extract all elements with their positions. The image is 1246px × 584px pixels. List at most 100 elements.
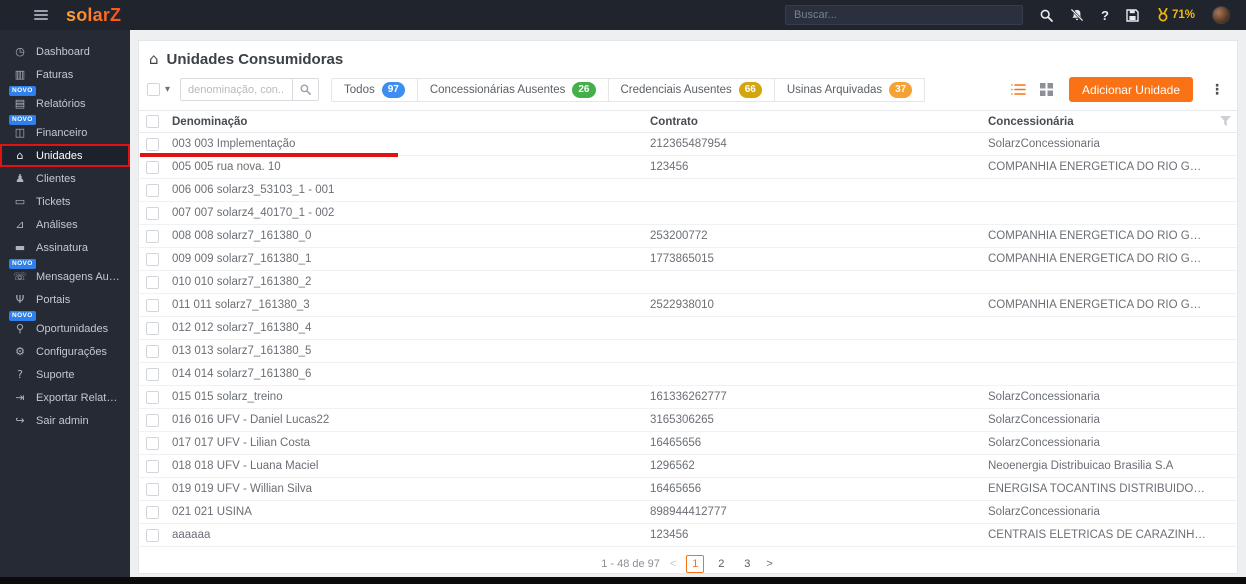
sidebar-item[interactable]: NOVO ▤ Relatórios bbox=[0, 86, 130, 115]
header-checkbox[interactable] bbox=[146, 115, 159, 128]
sidebar-item-label: Financeiro bbox=[36, 126, 88, 139]
table-row[interactable]: 006 006 solarz3_53103_1 - 001 bbox=[139, 179, 1237, 202]
table-row[interactable]: 013 013 solarz7_161380_5 bbox=[139, 340, 1237, 363]
cell-contrato: 3165306265 bbox=[650, 414, 714, 426]
menu-icon[interactable] bbox=[34, 10, 48, 20]
table-row[interactable]: 017 017 UFV - Lilian Costa 16465656 Sola… bbox=[139, 432, 1237, 455]
filter-tab[interactable]: Todos 97 bbox=[331, 77, 418, 102]
page-button[interactable]: 2 bbox=[712, 555, 730, 573]
sidebar-item-label: Análises bbox=[36, 218, 78, 231]
cell-denominacao: 016 016 UFV - Daniel Lucas22 bbox=[172, 414, 330, 426]
row-checkbox[interactable] bbox=[146, 206, 159, 220]
gamification-level[interactable]: 71% bbox=[1157, 8, 1195, 22]
cell-contrato: 1296562 bbox=[650, 460, 695, 472]
filter-funnel-icon[interactable] bbox=[1220, 113, 1231, 131]
table-row[interactable]: 018 018 UFV - Luana Maciel 1296562 Neoen… bbox=[139, 455, 1237, 478]
sidebar-item[interactable]: ◷ Dashboard bbox=[0, 40, 130, 63]
sidebar-item[interactable]: ⚙ Configurações bbox=[0, 340, 130, 363]
cell-denominacao: aaaaaa bbox=[172, 529, 211, 541]
filter-tab[interactable]: Concessionárias Ausentes 26 bbox=[416, 77, 609, 102]
row-checkbox[interactable] bbox=[146, 275, 159, 289]
row-checkbox[interactable] bbox=[146, 459, 159, 473]
row-checkbox[interactable] bbox=[146, 137, 159, 151]
filter-tab[interactable]: Credenciais Ausentes 66 bbox=[607, 77, 775, 102]
notifications-muted-icon[interactable] bbox=[1070, 8, 1084, 22]
row-checkbox[interactable] bbox=[146, 252, 159, 266]
select-all-checkbox[interactable] bbox=[147, 83, 160, 96]
sidebar-item[interactable]: Ψ Portais bbox=[0, 288, 130, 311]
novo-badge: NOVO bbox=[9, 115, 36, 125]
sidebar-item[interactable]: ▥ Faturas bbox=[0, 63, 130, 86]
column-header-concessionaria[interactable]: Concessionária bbox=[988, 116, 1215, 128]
save-icon[interactable] bbox=[1126, 8, 1140, 22]
table-row[interactable]: 011 011 solarz7_161380_3 2522938010 COMP… bbox=[139, 294, 1237, 317]
sidebar-item[interactable]: ♟ Clientes bbox=[0, 167, 130, 190]
filter-tab-label: Usinas Arquivadas bbox=[786, 83, 883, 96]
grid-view-icon[interactable] bbox=[1039, 83, 1055, 96]
app-logo[interactable]: solarZ bbox=[66, 5, 121, 26]
table-row[interactable]: 007 007 solarz4_40170_1 - 002 bbox=[139, 202, 1237, 225]
pagination: 1 - 48 de 97 < 1 2 3 > bbox=[139, 547, 1237, 573]
cell-concessionaria: SolarzConcessionaria bbox=[988, 138, 1100, 150]
table-row[interactable]: 008 008 solarz7_161380_0 253200772 COMPA… bbox=[139, 225, 1237, 248]
cell-denominacao: 005 005 rua nova. 10 bbox=[172, 161, 281, 173]
cell-concessionaria: Neoenergia Distribuicao Brasilia S.A bbox=[988, 460, 1174, 472]
table-row[interactable]: 010 010 solarz7_161380_2 bbox=[139, 271, 1237, 294]
row-checkbox[interactable] bbox=[146, 436, 159, 450]
row-checkbox[interactable] bbox=[146, 482, 159, 496]
sidebar-item[interactable]: ? Suporte bbox=[0, 363, 130, 386]
sidebar-item[interactable]: ▬ Assinatura bbox=[0, 236, 130, 259]
kebab-menu-icon[interactable]: ⋮ bbox=[1207, 81, 1227, 98]
units-search-input[interactable] bbox=[180, 78, 293, 101]
filter-tab[interactable]: Usinas Arquivadas 37 bbox=[773, 77, 926, 102]
table-row[interactable]: 009 009 solarz7_161380_1 1773865015 COMP… bbox=[139, 248, 1237, 271]
table-row[interactable]: 012 012 solarz7_161380_4 bbox=[139, 317, 1237, 340]
column-header-contrato[interactable]: Contrato bbox=[650, 116, 988, 128]
row-checkbox[interactable] bbox=[146, 344, 159, 358]
help-icon[interactable]: ? bbox=[1101, 8, 1109, 23]
sidebar-item[interactable]: ▭ Tickets bbox=[0, 190, 130, 213]
row-checkbox[interactable] bbox=[146, 298, 159, 312]
row-checkbox[interactable] bbox=[146, 321, 159, 335]
units-search-button[interactable] bbox=[292, 78, 320, 101]
chevron-down-icon[interactable]: ▾ bbox=[165, 84, 170, 95]
sidebar-item-label: Faturas bbox=[36, 68, 74, 81]
page-button[interactable]: 1 bbox=[686, 555, 705, 573]
column-header-denominacao[interactable]: Denominação bbox=[172, 116, 650, 128]
user-avatar[interactable] bbox=[1212, 6, 1230, 24]
count-badge: 37 bbox=[889, 81, 913, 98]
table-row[interactable]: 019 019 UFV - Willian Silva 16465656 ENE… bbox=[139, 478, 1237, 501]
row-checkbox[interactable] bbox=[146, 183, 159, 197]
row-checkbox[interactable] bbox=[146, 367, 159, 381]
sidebar-item[interactable]: ⇥ Exportar Relatórios bbox=[0, 386, 130, 409]
row-checkbox[interactable] bbox=[146, 229, 159, 243]
row-checkbox[interactable] bbox=[146, 390, 159, 404]
table-row[interactable]: aaaaaa 123456 CENTRAIS ELÉTRICAS DE CARA… bbox=[139, 524, 1237, 547]
table-row[interactable]: 014 014 solarz7_161380_6 bbox=[139, 363, 1237, 386]
sidebar-item[interactable]: NOVO ⚲ Oportunidades bbox=[0, 311, 130, 340]
sidebar-item-label: Clientes bbox=[36, 172, 76, 185]
prev-page-icon[interactable]: < bbox=[668, 558, 678, 570]
table-row[interactable]: 021 021 USINA 898944412777 SolarzConcess… bbox=[139, 501, 1237, 524]
sidebar-item[interactable]: ⌂ Unidades bbox=[0, 144, 130, 167]
table-row[interactable]: 005 005 rua nova. 10 123456 COMPANHIA EN… bbox=[139, 156, 1237, 179]
sidebar-item[interactable]: NOVO ◫ Financeiro bbox=[0, 115, 130, 144]
search-icon[interactable] bbox=[1039, 8, 1053, 22]
add-unit-button[interactable]: Adicionar Unidade bbox=[1068, 77, 1193, 102]
row-checkbox[interactable] bbox=[146, 160, 159, 174]
sidebar-item-label: Oportunidades bbox=[36, 322, 109, 335]
sidebar-item[interactable]: ↪ Sair admin bbox=[0, 409, 130, 432]
page-button[interactable]: 3 bbox=[738, 555, 756, 573]
sidebar-item-icon: ◫ bbox=[14, 126, 26, 139]
table-row[interactable]: 015 015 solarz_treino 161336262777 Solar… bbox=[139, 386, 1237, 409]
next-page-icon[interactable]: > bbox=[764, 558, 774, 570]
row-checkbox[interactable] bbox=[146, 505, 159, 519]
sidebar-item[interactable]: ⊿ Análises bbox=[0, 213, 130, 236]
row-checkbox[interactable] bbox=[146, 413, 159, 427]
sidebar-item-icon: ♟ bbox=[15, 172, 25, 185]
table-row[interactable]: 016 016 UFV - Daniel Lucas22 3165306265 … bbox=[139, 409, 1237, 432]
row-checkbox[interactable] bbox=[146, 528, 159, 542]
global-search-input[interactable] bbox=[785, 5, 1024, 25]
sidebar-item[interactable]: NOVO ☏ Mensagens Automát... bbox=[0, 259, 130, 288]
list-view-icon[interactable] bbox=[1011, 83, 1026, 96]
